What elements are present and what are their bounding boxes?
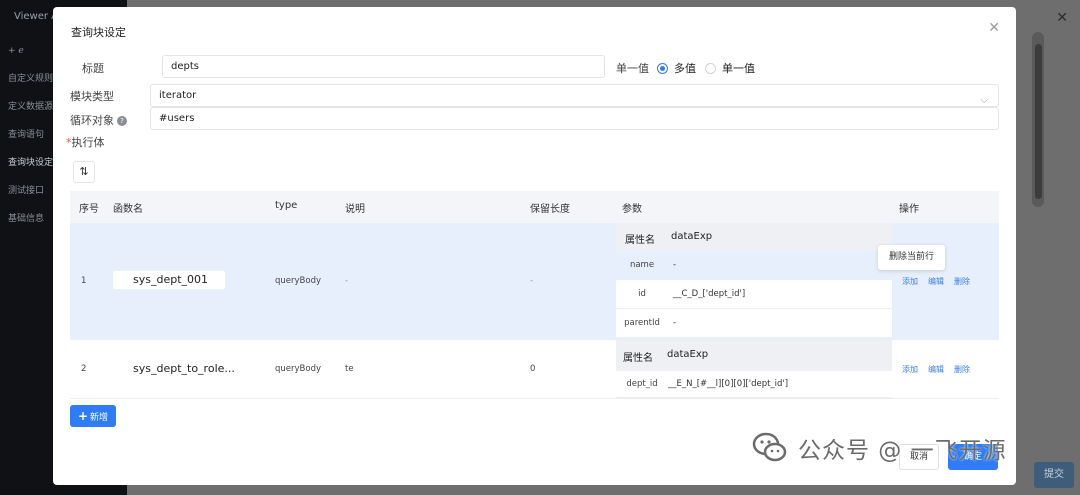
- param-key-header: 属性名: [625, 235, 655, 246]
- radio-multi-label: 多值: [674, 62, 696, 75]
- loop-label-wrap: 循环对象?: [70, 112, 127, 128]
- table-header: 序号 函数名 type 说明 保留长度 参数 操作: [70, 191, 999, 223]
- radio-single-label: 单一值: [722, 62, 755, 75]
- param-key-header: 属性名: [623, 353, 653, 364]
- watermark-text: 公众号 @ 一飞开源: [798, 438, 1007, 464]
- row-desc: te: [345, 364, 354, 374]
- param-row: name -: [616, 251, 892, 280]
- th-index: 序号: [79, 204, 99, 215]
- row-type: queryBody: [275, 364, 321, 374]
- background-menu-item: 基础信息: [8, 214, 45, 224]
- edit-row-link[interactable]: 编辑: [928, 276, 944, 287]
- radio-checked-icon: [657, 62, 668, 74]
- value-mode-label: 单一值: [616, 62, 649, 75]
- th-keep: 保留长度: [530, 204, 570, 215]
- param-value: __E_N_[#__l][0][0]['dept_id']: [668, 379, 789, 389]
- radio-single[interactable]: 单一值: [705, 60, 755, 76]
- param-value: __C_D_['dept_id']: [673, 289, 746, 299]
- background-app-title: Viewer A: [14, 11, 59, 22]
- radio-multi[interactable]: 多值: [657, 60, 696, 76]
- row-type: queryBody: [275, 276, 321, 286]
- param-value: -: [673, 260, 677, 270]
- param-val-header: dataExp: [671, 231, 713, 242]
- watermark: 公众号 @ 一飞开源: [752, 430, 1007, 466]
- table-row[interactable]: 1 sys_dept_001 queryBody - - 属性名 dataExp…: [70, 223, 999, 340]
- param-val-header: dataExp: [667, 349, 709, 360]
- add-button-label: 新增: [90, 413, 109, 423]
- param-header: 属性名 dataExp: [616, 340, 892, 371]
- radio-unchecked-icon: [705, 62, 716, 74]
- th-fn: 函数名: [113, 204, 143, 215]
- param-row: dept_id __E_N_[#__l][0][0]['dept_id']: [616, 371, 892, 398]
- param-key: id: [638, 289, 646, 299]
- title-input[interactable]: depts: [162, 55, 605, 78]
- wechat-icon: [752, 432, 787, 462]
- block-type-value: iterator: [159, 90, 197, 101]
- param-row: parentId -: [616, 309, 892, 338]
- background-menu-item: 查询语句: [8, 130, 45, 140]
- modal-title: 查询块设定: [71, 26, 126, 39]
- background-close-icon: ✕: [1056, 10, 1068, 26]
- loop-input[interactable]: #users: [150, 107, 999, 130]
- body-label: 执行体: [71, 136, 105, 149]
- background-menu-item: 自定义规则: [8, 74, 54, 84]
- help-icon[interactable]: ?: [117, 116, 127, 126]
- param-key: parentId: [624, 318, 660, 328]
- block-type-label: 模块类型: [70, 90, 114, 103]
- delete-tooltip: 删除当前行: [878, 245, 945, 270]
- background-scrollbar-thumb: [1035, 44, 1042, 199]
- row-keep: -: [530, 276, 534, 286]
- th-params: 参数: [622, 204, 642, 215]
- param-key: name: [629, 260, 655, 270]
- row-index: 1: [81, 276, 87, 286]
- edit-row-link[interactable]: 编辑: [928, 364, 944, 375]
- param-key: dept_id: [626, 379, 658, 389]
- body-label-wrap: *执行体: [66, 134, 105, 150]
- th-desc: 说明: [345, 204, 365, 215]
- fn-name-input[interactable]: sys_dept_to_role...: [113, 360, 243, 378]
- background-menu-item: 测试接口: [8, 186, 45, 196]
- delete-row-link[interactable]: 删除: [954, 364, 970, 375]
- plus-icon: +: [77, 409, 89, 423]
- th-type: type: [275, 200, 298, 211]
- background-menu-item-active: 查询块设定: [8, 158, 54, 168]
- background-menu-item: 定义数据源: [8, 102, 54, 112]
- add-row-link[interactable]: 添加: [902, 276, 918, 287]
- loop-label: 循环对象: [70, 114, 114, 127]
- row-desc: -: [345, 276, 349, 286]
- sort-icon[interactable]: ⇅: [73, 161, 95, 183]
- add-button[interactable]: + 新增: [70, 405, 116, 427]
- row-index: 2: [81, 364, 87, 374]
- th-ops: 操作: [899, 204, 919, 215]
- background-menu-item: + ℯ: [8, 46, 24, 56]
- background-menu: + ℯ 自定义规则 定义数据源 查询语句 查询块设定 测试接口 基础信息: [8, 44, 53, 240]
- table-row[interactable]: 2 sys_dept_to_role... queryBody te 0 属性名…: [70, 340, 999, 399]
- background-submit-button: 提交: [1034, 462, 1074, 488]
- row-keep: 0: [530, 364, 536, 374]
- close-icon[interactable]: ✕: [988, 21, 1000, 35]
- add-row-link[interactable]: 添加: [902, 364, 918, 375]
- query-block-modal: 查询块设定 ✕ 标题 depts 单一值 多值 单一值 模块类型 iterato…: [53, 7, 1016, 485]
- fn-name-input[interactable]: sys_dept_001: [113, 271, 225, 289]
- param-row: id __C_D_['dept_id']: [616, 280, 892, 309]
- block-type-select[interactable]: iterator ⌵: [150, 84, 999, 107]
- delete-row-link[interactable]: 删除: [954, 276, 970, 287]
- title-label: 标题: [82, 62, 104, 75]
- param-header: 属性名 dataExp: [616, 223, 892, 251]
- param-value: -: [673, 318, 677, 328]
